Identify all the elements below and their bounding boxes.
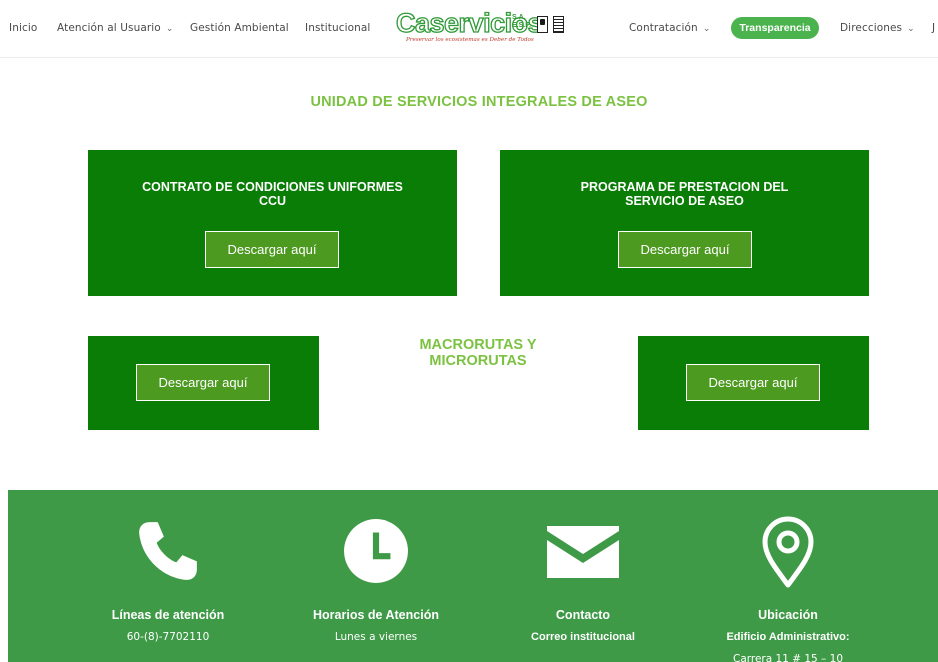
footer-contacto-title: Contacto xyxy=(555,608,611,622)
logo-suffix-bottom: E.S.P. xyxy=(512,22,531,29)
programa-title-line1: PROGRAMA DE PRESTACION DEL xyxy=(580,180,789,194)
macrorutas-download-button[interactable]: Descargar aquí xyxy=(136,364,270,401)
nav-direcciones-label: Direcciones xyxy=(840,22,903,34)
footer-horarios-text: Lunes a viernes xyxy=(334,631,418,643)
footer-lineas-title: Líneas de atención xyxy=(111,608,225,622)
ccu-download-button[interactable]: Descargar aquí xyxy=(205,231,339,268)
ccu-title-line1: CONTRATO DE CONDICIONES UNIFORMES xyxy=(142,180,403,194)
nav-contratacion[interactable]: Contratación ⌄ xyxy=(629,22,710,34)
nav-cutoff-item[interactable]: J xyxy=(932,22,935,34)
clock-icon xyxy=(344,519,408,583)
programa-card-title: PROGRAMA DE PRESTACION DEL SERVICIO DE A… xyxy=(500,180,869,208)
footer-ubicacion-building: Edificio Administrativo: xyxy=(726,631,850,643)
nav-institucional[interactable]: Institucional xyxy=(305,22,370,34)
nav-gestion-ambiental[interactable]: Gestión Ambiental xyxy=(190,22,289,34)
macrorutas-line2: MICRORUTAS xyxy=(429,353,527,369)
nav-contratacion-label: Contratación xyxy=(629,22,698,34)
chevron-down-icon: ⌄ xyxy=(165,24,174,34)
caservicios-logo[interactable]: Caservicios S.A. E.S.P. Preservar los eco… xyxy=(395,7,582,48)
footer-horarios-title: Horarios de Atención xyxy=(313,608,439,622)
footer: Líneas de atención 60-(8)-7702110 Horari… xyxy=(8,490,938,662)
nav-transparencia[interactable]: Transparencia xyxy=(731,17,819,39)
ccu-title-line2: CCU xyxy=(258,194,287,208)
programa-card: PROGRAMA DE PRESTACION DEL SERVICIO DE A… xyxy=(500,150,869,296)
nav-atencion-label: Atención al Usuario xyxy=(57,22,161,34)
logo-tagline: Preservar los ecosistemas es Deber de To… xyxy=(406,37,534,43)
certification-badge-icon xyxy=(537,16,548,33)
footer-phone-number[interactable]: 60-(8)-7702110 xyxy=(63,631,273,643)
microrutas-card: Descargar aquí xyxy=(638,336,869,430)
ccu-card-title: CONTRATO DE CONDICIONES UNIFORMES CCU xyxy=(88,180,457,208)
footer-contacto-email-label[interactable]: Correo institucional xyxy=(478,631,688,643)
microrutas-download-button[interactable]: Descargar aquí xyxy=(686,364,820,401)
phone-icon xyxy=(139,522,197,580)
ccu-card: CONTRATO DE CONDICIONES UNIFORMES CCU De… xyxy=(88,150,457,296)
macrorutas-heading: MACRORUTAS Y MICRORUTAS xyxy=(378,337,578,369)
footer-ubicacion-address: Carrera 11 # 15 – 10 xyxy=(732,653,843,662)
logo-suffix: S.A. E.S.P. xyxy=(512,14,531,30)
nav-direcciones[interactable]: Direcciones ⌄ xyxy=(840,22,915,34)
quality-seal-icon xyxy=(553,16,564,33)
map-pin-icon xyxy=(762,516,814,588)
programa-download-button[interactable]: Descargar aquí xyxy=(618,231,752,268)
footer-ubicacion-title: Ubicación xyxy=(758,608,818,622)
nav-inicio[interactable]: Inicio xyxy=(9,22,37,34)
chevron-down-icon: ⌄ xyxy=(907,24,915,34)
page-title: UNIDAD DE SERVICIOS INTEGRALES DE ASEO xyxy=(310,94,648,110)
macrorutas-line1: MACRORUTAS Y xyxy=(419,337,537,353)
envelope-icon xyxy=(547,526,619,578)
programa-title-line2: SERVICIO DE ASEO xyxy=(625,194,744,208)
chevron-down-icon: ⌄ xyxy=(702,24,711,34)
macrorutas-card: Descargar aquí xyxy=(88,336,319,430)
top-navigation: Inicio Atención al Usuario ⌄ Gestión Ambi… xyxy=(0,0,938,58)
nav-atencion-usuario[interactable]: Atención al Usuario ⌄ xyxy=(57,22,174,34)
logo-suffix-top: S.A. xyxy=(512,14,526,21)
